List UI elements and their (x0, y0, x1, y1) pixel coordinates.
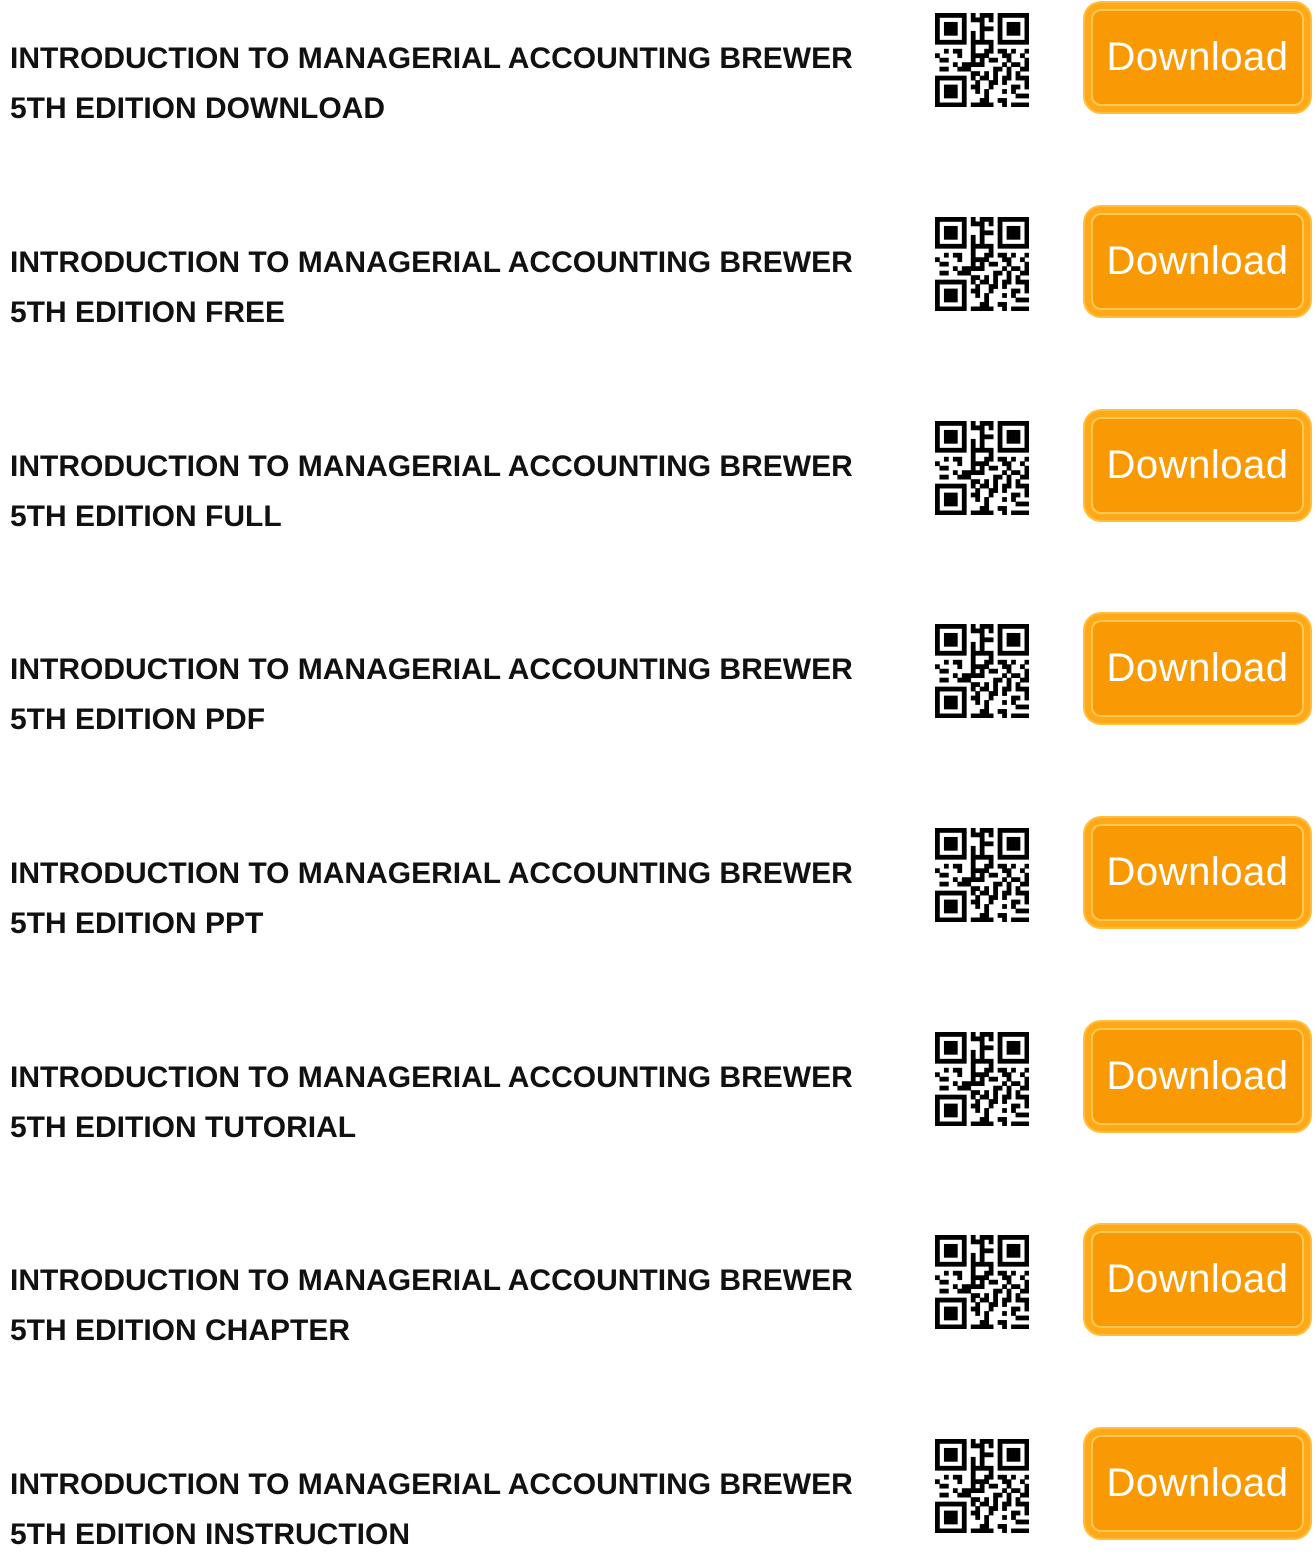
qr-code-icon (935, 1439, 1030, 1534)
download-button[interactable]: Download (1083, 1020, 1312, 1133)
listing-row: INTRODUCTION TO MANAGERIAL ACCOUNTING BR… (0, 815, 1316, 940)
download-button[interactable]: Download (1083, 409, 1312, 522)
qr-code-graphic (935, 13, 1030, 108)
download-button[interactable]: Download (1083, 205, 1312, 318)
qr-code-graphic (935, 624, 1030, 719)
qr-code-icon (935, 828, 1030, 923)
download-button[interactable]: Download (1083, 1223, 1312, 1336)
qr-code-graphic (935, 1235, 1030, 1330)
listing-title-line1: INTRODUCTION TO MANAGERIAL ACCOUNTING BR… (10, 1264, 853, 1297)
qr-code-icon (935, 217, 1030, 312)
download-button[interactable]: Download (1083, 1427, 1312, 1540)
listing-row: INTRODUCTION TO MANAGERIAL ACCOUNTING BR… (0, 1426, 1316, 1551)
qr-code-icon (935, 1032, 1030, 1127)
qr-code-icon (935, 1235, 1030, 1330)
qr-code-graphic (935, 1439, 1030, 1534)
download-button[interactable]: Download (1083, 816, 1312, 929)
listing-title-line2: 5TH EDITION TUTORIAL (10, 1111, 357, 1144)
listing-title-line1: INTRODUCTION TO MANAGERIAL ACCOUNTING BR… (10, 653, 853, 686)
listing-row: INTRODUCTION TO MANAGERIAL ACCOUNTING BR… (0, 0, 1316, 125)
qr-code-graphic (935, 421, 1030, 516)
download-button[interactable]: Download (1083, 1, 1312, 114)
listing-title-line2: 5TH EDITION FREE (10, 296, 286, 329)
listing-title-line2: 5TH EDITION PPT (10, 907, 264, 940)
download-button[interactable]: Download (1083, 612, 1312, 725)
download-listing: INTRODUCTION TO MANAGERIAL ACCOUNTING BR… (0, 0, 1316, 1551)
listing-title-line1: INTRODUCTION TO MANAGERIAL ACCOUNTING BR… (10, 450, 853, 483)
listing-title: INTRODUCTION TO MANAGERIAL ACCOUNTING BR… (10, 1460, 920, 1560)
listing-title: INTRODUCTION TO MANAGERIAL ACCOUNTING BR… (10, 1053, 920, 1153)
listing-title-line2: 5TH EDITION PDF (10, 703, 266, 736)
listing-title: INTRODUCTION TO MANAGERIAL ACCOUNTING BR… (10, 442, 920, 542)
listing-title-line2: 5TH EDITION CHAPTER (10, 1314, 351, 1347)
listing-row: INTRODUCTION TO MANAGERIAL ACCOUNTING BR… (0, 1019, 1316, 1144)
listing-title-line1: INTRODUCTION TO MANAGERIAL ACCOUNTING BR… (10, 246, 853, 279)
listing-title-line1: INTRODUCTION TO MANAGERIAL ACCOUNTING BR… (10, 1061, 853, 1094)
qr-code-icon (935, 13, 1030, 108)
listing-title-line1: INTRODUCTION TO MANAGERIAL ACCOUNTING BR… (10, 42, 853, 75)
qr-code-icon (935, 421, 1030, 516)
listing-title: INTRODUCTION TO MANAGERIAL ACCOUNTING BR… (10, 34, 920, 134)
listing-row: INTRODUCTION TO MANAGERIAL ACCOUNTING BR… (0, 204, 1316, 329)
listing-row: INTRODUCTION TO MANAGERIAL ACCOUNTING BR… (0, 408, 1316, 533)
listing-title: INTRODUCTION TO MANAGERIAL ACCOUNTING BR… (10, 238, 920, 338)
qr-code-icon (935, 624, 1030, 719)
qr-code-graphic (935, 1032, 1030, 1127)
qr-code-graphic (935, 217, 1030, 312)
listing-title-line1: INTRODUCTION TO MANAGERIAL ACCOUNTING BR… (10, 857, 853, 890)
listing-title-line2: 5TH EDITION INSTRUCTION (10, 1518, 411, 1551)
listing-title-line2: 5TH EDITION DOWNLOAD (10, 92, 385, 125)
qr-code-graphic (935, 828, 1030, 923)
listing-title-line2: 5TH EDITION FULL (10, 500, 282, 533)
listing-title-line1: INTRODUCTION TO MANAGERIAL ACCOUNTING BR… (10, 1468, 853, 1501)
listing-title: INTRODUCTION TO MANAGERIAL ACCOUNTING BR… (10, 1256, 920, 1356)
listing-row: INTRODUCTION TO MANAGERIAL ACCOUNTING BR… (0, 1222, 1316, 1347)
listing-title: INTRODUCTION TO MANAGERIAL ACCOUNTING BR… (10, 849, 920, 949)
listing-title: INTRODUCTION TO MANAGERIAL ACCOUNTING BR… (10, 645, 920, 745)
listing-row: INTRODUCTION TO MANAGERIAL ACCOUNTING BR… (0, 611, 1316, 736)
